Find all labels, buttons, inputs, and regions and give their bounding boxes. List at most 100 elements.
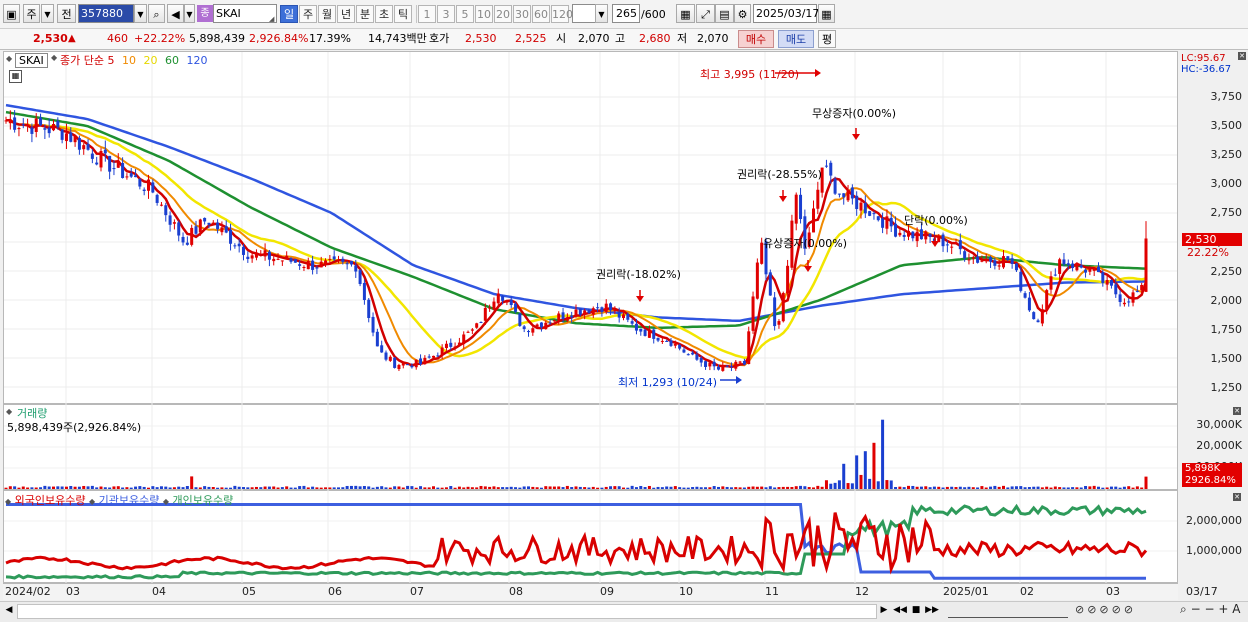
candle-body <box>410 365 414 368</box>
zoom-in-icon[interactable]: + <box>1218 602 1228 616</box>
candle-body <box>1036 320 1040 323</box>
drag-handle-icon[interactable]: ◆ <box>89 497 95 506</box>
volume-bar <box>695 486 699 489</box>
volume-bar <box>863 451 867 489</box>
volume-bar <box>406 485 410 489</box>
candle-body <box>604 303 608 312</box>
candle-body <box>220 227 224 233</box>
candle-body <box>889 217 893 227</box>
volume-bar <box>60 486 64 489</box>
candle-body <box>380 345 384 353</box>
drag-handle-icon[interactable]: ◆ <box>5 497 11 506</box>
candle-body <box>1084 269 1088 273</box>
volume-bar <box>332 487 336 489</box>
volume-bar <box>1023 487 1027 489</box>
candle-body <box>609 303 613 311</box>
candle-body <box>768 272 772 296</box>
candle-body <box>1053 274 1057 276</box>
volume-bar <box>272 486 276 489</box>
candle-body <box>1062 259 1066 265</box>
zoom-reduce-icon[interactable]: − <box>1204 602 1214 616</box>
volume-bar <box>1109 486 1113 489</box>
candle-body <box>863 203 867 214</box>
view-tool-icons[interactable]: ⊘⊘⊘⊘⊘ <box>1075 603 1136 616</box>
candle-body <box>328 258 332 260</box>
volume-bar <box>121 487 125 489</box>
volume-bar <box>647 485 651 489</box>
panel-close-icon[interactable]: ✕ <box>1233 493 1241 501</box>
candle-body <box>738 361 742 363</box>
volume-bar <box>643 487 647 489</box>
candle-body <box>13 117 17 130</box>
volume-bar <box>47 486 51 489</box>
volume-bar <box>634 487 638 489</box>
x-axis-label: 07 <box>410 585 424 598</box>
ma-prefix: 종가 단순 <box>60 54 104 67</box>
drag-handle-icon[interactable]: ◆ <box>6 54 12 63</box>
candle-body <box>496 293 500 304</box>
candle-body <box>272 258 276 262</box>
volume-bar <box>410 486 414 489</box>
candle-body <box>842 193 846 198</box>
price-y-tick: 1,500 <box>1210 351 1243 365</box>
volume-bar <box>928 487 932 489</box>
candle-body <box>207 222 211 225</box>
volume-bar <box>876 481 880 489</box>
volume-bar <box>1122 486 1126 489</box>
zoom-search-icon[interactable]: ⌕ <box>1180 602 1187 616</box>
candle-body <box>876 216 880 221</box>
candle-body <box>539 322 543 328</box>
candle-body <box>306 260 310 270</box>
scroll-left-icon[interactable]: ◀ <box>3 603 15 618</box>
paid-increase-annotation: 유상증자(0.00%) <box>763 237 848 250</box>
rewind-icon[interactable]: ◀◀ <box>893 603 907 618</box>
horizontal-scrollbar[interactable] <box>17 604 877 619</box>
volume-bar <box>259 487 263 489</box>
zoom-slider[interactable] <box>948 604 1068 618</box>
candle-body <box>151 182 155 193</box>
candle-body <box>1122 302 1126 305</box>
low-arrowhead <box>736 376 742 384</box>
candle-body <box>578 308 582 315</box>
rights-annotation-2: 권리락(-28.55%) <box>737 168 822 181</box>
holder-y-tick: 1,000,000 <box>1186 544 1242 557</box>
fast-forward-icon[interactable]: ▶▶ <box>925 603 939 618</box>
candle-body <box>634 323 638 331</box>
candle-body <box>267 251 271 260</box>
price-y-tick: 3,250 <box>1210 148 1243 162</box>
candle-body <box>90 153 94 159</box>
candle-body <box>963 251 967 259</box>
table-toggle-icon[interactable]: ▦ <box>9 70 22 83</box>
panel-close-icon[interactable]: ✕ <box>1238 52 1246 60</box>
drag-handle-icon[interactable]: ◆ <box>6 407 12 416</box>
candle-body <box>26 124 30 127</box>
candle-body <box>833 178 837 194</box>
candle-body <box>216 222 220 230</box>
candle-body <box>384 352 388 360</box>
candle-body <box>401 363 405 366</box>
candle-body <box>902 234 906 237</box>
drag-handle-icon[interactable]: ◆ <box>163 497 169 506</box>
volume-bar <box>488 486 492 489</box>
scroll-right-icon[interactable]: ▶ <box>878 603 890 618</box>
zoom-out-icon[interactable]: − <box>1191 602 1201 616</box>
volume-bar <box>993 485 997 489</box>
ma-layer <box>5 103 1148 369</box>
volume-bar <box>393 486 397 489</box>
stop-icon[interactable]: ■ <box>910 603 922 618</box>
font-size-icon[interactable]: A <box>1232 602 1240 616</box>
panel-close-icon[interactable]: ✕ <box>1233 407 1241 415</box>
candle-body <box>617 311 621 318</box>
volume-bar <box>565 485 569 489</box>
volume-bar <box>514 487 518 489</box>
drag-handle-icon[interactable]: ◆ <box>51 53 57 62</box>
annotation-arrowhead <box>636 296 644 302</box>
volume-bar <box>293 487 297 489</box>
volume-bar <box>419 486 423 489</box>
candle-body <box>177 222 181 236</box>
volume-bar <box>1101 487 1105 489</box>
volume-bar <box>742 487 746 489</box>
volume-bar <box>194 487 198 489</box>
candle-body <box>712 361 716 367</box>
volume-bar <box>1131 487 1135 489</box>
